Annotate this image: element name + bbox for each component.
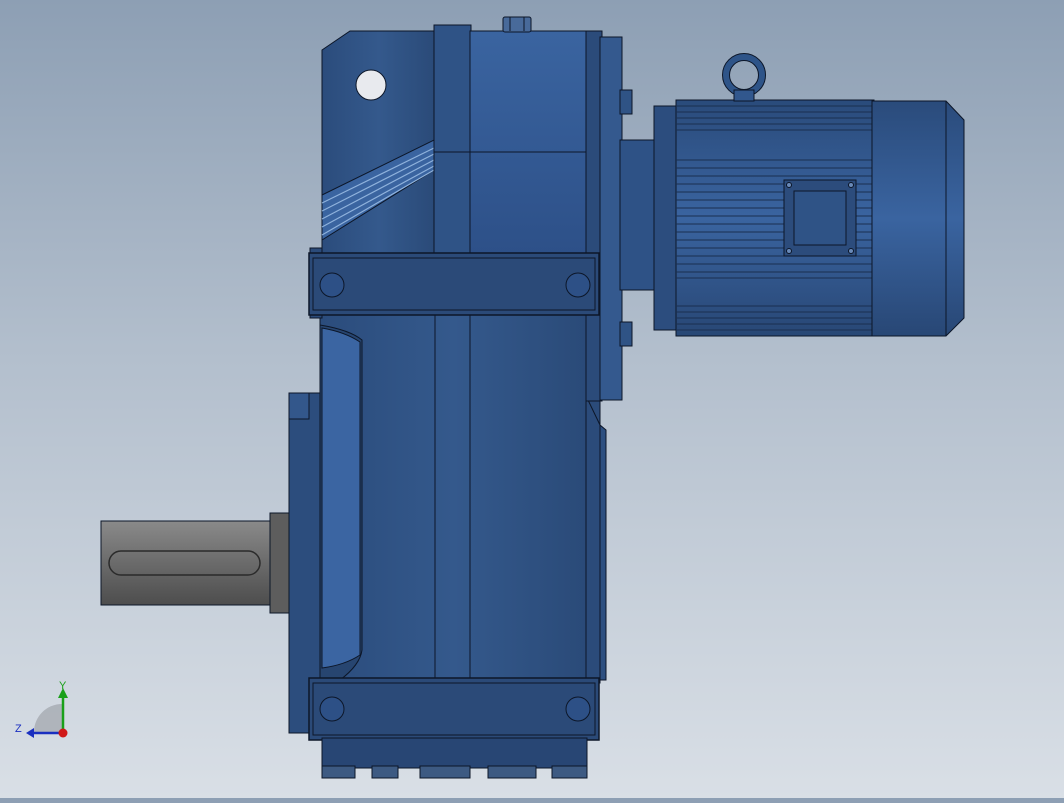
electric-motor xyxy=(619,53,965,337)
coordinate-triad: Y Z xyxy=(10,676,80,746)
graphics-viewport[interactable] xyxy=(0,0,1064,798)
motor-adapter-flange xyxy=(599,36,623,401)
bolt-hole xyxy=(319,696,345,722)
lower-foot-bar xyxy=(308,677,600,741)
triad-plane xyxy=(34,704,62,732)
base-feet xyxy=(321,737,588,779)
z-arrowhead xyxy=(26,728,34,738)
lifting-hole xyxy=(355,69,387,101)
eye-bolt xyxy=(722,53,766,97)
gearmotor-model[interactable] xyxy=(0,0,1064,798)
x-axis-dot xyxy=(58,728,68,738)
y-axis-label: Y xyxy=(59,680,67,692)
fan-cover xyxy=(871,100,965,337)
upper-foot-bar xyxy=(308,252,600,316)
bolt-hole xyxy=(319,272,345,298)
lower-housing xyxy=(319,312,607,684)
output-shaft xyxy=(100,512,293,614)
bolt-hole xyxy=(565,272,591,298)
z-axis-label: Z xyxy=(15,723,22,735)
bolt-hole xyxy=(565,696,591,722)
breather-plug xyxy=(502,16,532,33)
